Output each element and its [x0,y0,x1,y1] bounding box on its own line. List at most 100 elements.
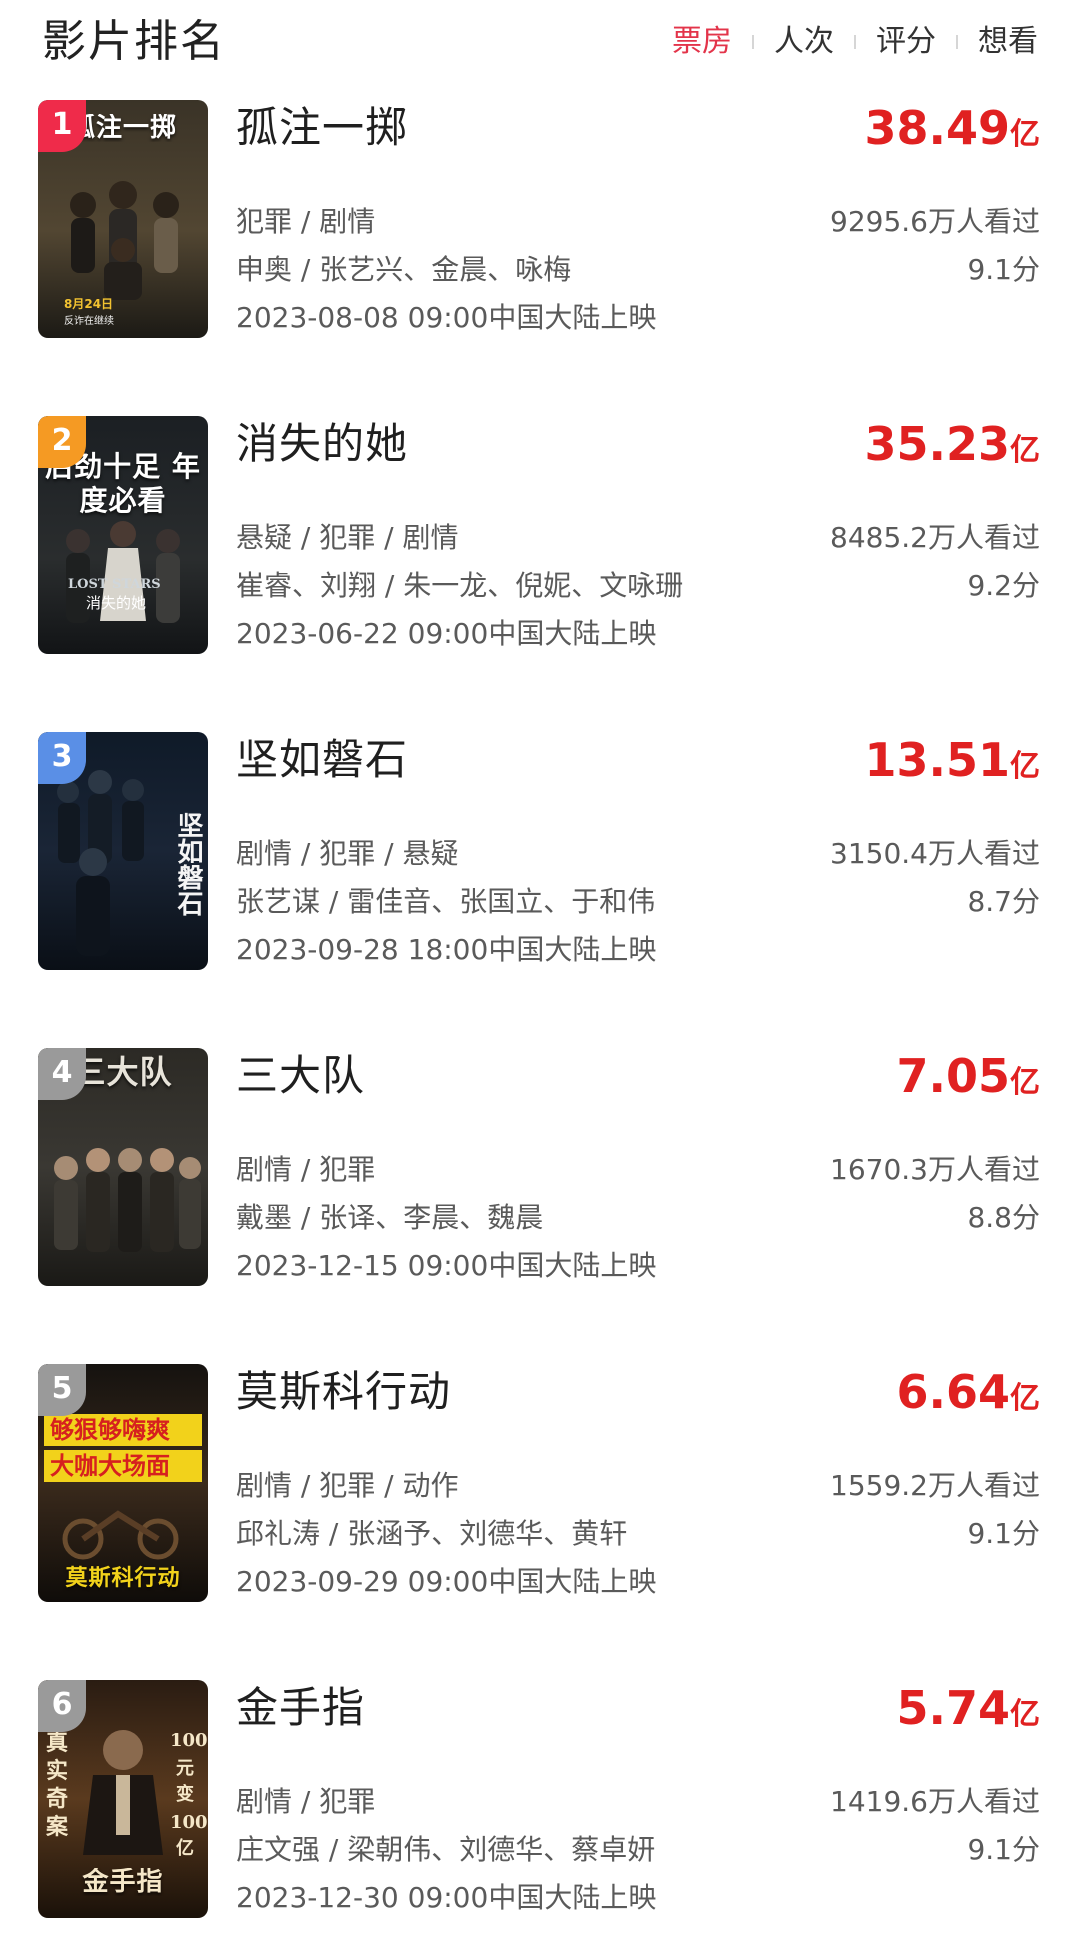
svg-text:LOST STARS: LOST STARS [68,577,161,592]
film-row[interactable]: 坚如磐石 3 坚如磐石 13.51亿 剧情 / 犯罪 / 悬疑 张艺谋 / 雷佳… [0,732,1080,972]
box-office-unit: 亿 [1010,749,1040,784]
rank-badge: 4 [38,1048,86,1100]
rank-badge: 1 [38,100,86,152]
film-row[interactable]: LOST STARS 消失的她 后劲十足 年度必看 2 消失的她 35.23亿 … [0,416,1080,656]
film-people: 张艺谋 / 雷佳音、张国立、于和伟 [236,885,656,918]
svg-text:反诈在继续: 反诈在继续 [64,314,114,327]
film-poster[interactable]: 8月24日 反诈在继续 孤注一掷 1 [38,100,208,338]
svg-text:大咖大场面: 大咖大场面 [50,1452,170,1480]
svg-text:元: 元 [176,1758,194,1779]
film-score: 9.1分 [967,1517,1040,1550]
rank-badge: 5 [38,1364,86,1416]
box-office-value: 13.51 [864,733,1010,787]
tab-divider [956,35,958,49]
film-people: 邱礼涛 / 张涵予、刘德华、黄轩 [236,1517,628,1550]
svg-text:8月24日: 8月24日 [64,297,113,311]
film-poster[interactable]: 够狠够嗨爽 大咖大场面 莫斯科行动 5 [38,1364,208,1602]
film-score: 9.2分 [967,569,1040,602]
film-poster[interactable]: 真 实 奇 案 100 元 变 100 亿 金手指 6 [38,1680,208,1918]
film-viewers: 1559.2万人看过 [830,1469,1040,1502]
film-poster[interactable]: 三大队 4 [38,1048,208,1286]
svg-text:消失的她: 消失的她 [86,594,146,612]
box-office-value: 38.49 [864,101,1010,155]
film-viewers: 1419.6万人看过 [830,1785,1040,1818]
film-genre: 悬疑 / 犯罪 / 剧情 [236,521,459,554]
poster-caption: 金手指 [82,1868,164,1896]
film-release: 2023-12-30 09:00中国大陆上映 [236,1881,657,1914]
film-row[interactable]: 三大队 4 三大队 7.05亿 剧情 / 犯罪 戴墨 / 张译、李晨、魏晨 20… [0,1048,1080,1288]
film-genre: 犯罪 / 剧情 [236,205,376,238]
svg-text:坚如磐石: 坚如磐石 [173,812,204,917]
box-office: 5.74亿 [897,1680,1041,1747]
svg-text:奇: 奇 [46,1786,68,1812]
film-people: 申奥 / 张艺兴、金晨、咏梅 [236,253,572,286]
film-row[interactable]: 真 实 奇 案 100 元 变 100 亿 金手指 6 金手指 5.74亿 剧情… [0,1680,1080,1920]
film-viewers: 1670.3万人看过 [830,1153,1040,1186]
header: 影片排名 票房 人次 评分 想看 [0,0,1080,84]
film-score: 8.7分 [967,885,1040,918]
film-people: 戴墨 / 张译、李晨、魏晨 [236,1201,544,1234]
film-poster[interactable]: 坚如磐石 3 [38,732,208,970]
film-viewers: 3150.4万人看过 [830,837,1040,870]
tab-divider [752,35,754,49]
film-release: 2023-09-28 18:00中国大陆上映 [236,933,657,966]
svg-text:真: 真 [46,1730,68,1756]
film-genre: 剧情 / 犯罪 / 动作 [236,1469,459,1502]
film-release: 2023-12-15 09:00中国大陆上映 [236,1249,657,1282]
rank-badge: 6 [38,1680,86,1732]
film-release: 2023-09-29 09:00中国大陆上映 [236,1565,657,1598]
film-title[interactable]: 金手指 [236,1680,365,1736]
page-title: 影片排名 [42,16,226,67]
rank-badge: 3 [38,732,86,784]
sort-tabs: 票房 人次 评分 想看 [672,20,1038,64]
box-office: 38.49亿 [864,100,1040,167]
rank-badge: 2 [38,416,86,468]
box-office-unit: 亿 [1010,1065,1040,1100]
film-title[interactable]: 莫斯科行动 [236,1364,451,1420]
film-viewers: 8485.2万人看过 [830,521,1040,554]
box-office: 13.51亿 [864,732,1040,799]
film-genre: 剧情 / 犯罪 [236,1153,376,1186]
poster-caption: 莫斯科行动 [65,1565,181,1591]
film-score: 8.8分 [967,1201,1040,1234]
tab-divider [854,35,856,49]
film-genre: 剧情 / 犯罪 [236,1785,376,1818]
film-people: 崔睿、刘翔 / 朱一龙、倪妮、文咏珊 [236,569,684,602]
box-office-unit: 亿 [1010,1697,1040,1732]
box-office-value: 6.64 [896,1365,1011,1419]
svg-text:够狠够嗨爽: 够狠够嗨爽 [50,1416,170,1444]
film-title[interactable]: 孤注一掷 [236,100,408,156]
film-genre: 剧情 / 犯罪 / 悬疑 [236,837,459,870]
tab-want-to-see[interactable]: 想看 [978,20,1038,64]
film-row[interactable]: 8月24日 反诈在继续 孤注一掷 1 孤注一掷 38.49亿 犯罪 / 剧情 申… [0,100,1080,340]
box-office-value: 7.05 [896,1049,1011,1103]
film-viewers: 9295.6万人看过 [830,205,1040,238]
film-title[interactable]: 消失的她 [236,416,408,472]
svg-text:100: 100 [170,1812,208,1833]
box-office-value: 35.23 [864,417,1010,471]
film-title[interactable]: 三大队 [236,1048,365,1104]
box-office: 6.64亿 [897,1364,1041,1431]
film-title[interactable]: 坚如磐石 [236,732,408,788]
film-release: 2023-08-08 09:00中国大陆上映 [236,301,657,334]
tab-viewers[interactable]: 人次 [774,20,834,64]
box-office: 35.23亿 [864,416,1040,483]
tab-rating[interactable]: 评分 [876,20,936,64]
film-score: 9.1分 [967,253,1040,286]
film-release: 2023-06-22 09:00中国大陆上映 [236,617,657,650]
box-office-unit: 亿 [1010,433,1040,468]
film-people: 庄文强 / 梁朝伟、刘德华、蔡卓妍 [236,1833,656,1866]
film-score: 9.1分 [967,1833,1040,1866]
svg-text:100: 100 [170,1730,208,1751]
svg-text:案: 案 [45,1814,69,1840]
svg-text:变: 变 [176,1783,194,1805]
box-office: 7.05亿 [897,1048,1041,1115]
box-office-value: 5.74 [896,1681,1011,1735]
box-office-unit: 亿 [1010,117,1040,152]
tab-box-office[interactable]: 票房 [672,20,732,64]
svg-text:实: 实 [46,1758,68,1784]
box-office-unit: 亿 [1010,1381,1040,1416]
film-poster[interactable]: LOST STARS 消失的她 后劲十足 年度必看 2 [38,416,208,654]
film-row[interactable]: 够狠够嗨爽 大咖大场面 莫斯科行动 5 莫斯科行动 6.64亿 剧情 / 犯罪 … [0,1364,1080,1604]
svg-text:亿: 亿 [176,1837,194,1859]
